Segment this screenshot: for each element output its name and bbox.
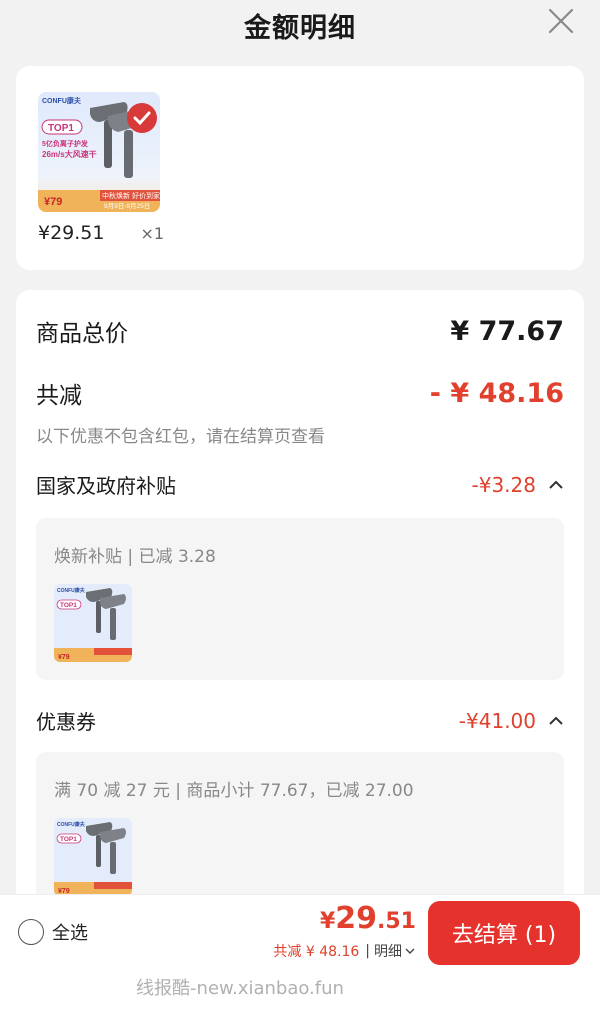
subsidy-product-thumb[interactable]: CONFU康夫 TOP1 ¥79 [54, 584, 132, 662]
watermark: 线报酷-new.xianbao.fun [0, 970, 600, 1024]
badge-text: TOP1 [48, 123, 74, 134]
detail-link[interactable]: 明细 [374, 941, 416, 961]
select-all-label: 全选 [52, 923, 88, 944]
chevron-up-icon[interactable] [548, 479, 564, 491]
coupon-detail: 满 70 减 27 元 | 商品小计 77.67，已减 27.00 [54, 781, 414, 801]
select-all[interactable]: 全选 [18, 919, 88, 945]
header: 金额明细 [0, 0, 600, 50]
total-label: 商品总价 [36, 321, 128, 347]
coupon-product-thumb[interactable]: CONFU康夫 TOP1 ¥79 [54, 818, 132, 896]
subsidy-detail: 焕新补贴 | 已减 3.28 [54, 547, 216, 567]
total-price: ¥29.51 [319, 901, 416, 936]
subsidy-row[interactable]: 国家及政府补贴 -¥3.28 [36, 470, 564, 499]
chevron-down-icon [405, 948, 415, 954]
discount-note: 以下优惠不包含红包，请在结算页查看 [36, 427, 325, 447]
item-quantity: ×1 [140, 224, 165, 243]
subsidy-value: -¥3.28 [471, 472, 536, 497]
svg-text:TOP1: TOP1 [60, 602, 77, 609]
headline-1: 5亿负离子护发 [42, 139, 89, 148]
coupon-label: 优惠券 [36, 710, 96, 734]
bottom-bar: 全选 ¥29.51 共减 ¥ 48.16 | 明细 去结算 (1) [0, 894, 600, 970]
price-quantity: ¥29.51 ×1 [38, 222, 164, 244]
coupon-row[interactable]: 优惠券 -¥41.00 [36, 706, 564, 735]
checkout-button[interactable]: 去结算 (1) [428, 901, 580, 965]
item-price: ¥29.51 [38, 222, 105, 244]
promo-dates: 9月9日-9月25日 [104, 202, 150, 210]
discount-row: 共减 - ¥ 48.16 [36, 376, 564, 410]
close-icon[interactable] [548, 8, 574, 34]
svg-text:¥79: ¥79 [58, 654, 70, 661]
price-detail-card: 商品总价 ¥ 77.67 共减 - ¥ 48.16 以下优惠不包含红包，请在结算… [16, 290, 584, 990]
total-discount: 共减 ¥ 48.16 [273, 944, 360, 960]
headline-2: 26m/s大风速干 [42, 149, 97, 159]
discount-value: - ¥ 48.16 [429, 377, 564, 409]
coupon-value: -¥41.00 [458, 708, 536, 733]
chevron-up-icon[interactable] [548, 715, 564, 727]
total-row: 商品总价 ¥ 77.67 [36, 314, 564, 348]
promo-banner: 中秋焕新 好价到家 [102, 191, 160, 200]
select-all-radio[interactable] [18, 919, 44, 945]
subsidy-detail-box: 焕新补贴 | 已减 3.28 CONFU康夫 TOP1 ¥79 [36, 518, 564, 680]
subsidy-label: 国家及政府补贴 [36, 474, 176, 498]
separator: | [365, 943, 370, 959]
product-card: CONFU康夫 TOP1 5亿负离子护发 26m/s大风速干 中秋焕新 好价到家… [16, 66, 584, 270]
page-title: 金额明细 [244, 12, 356, 44]
brand-text: CONFU康夫 [42, 96, 82, 105]
discount-label: 共减 [36, 383, 82, 409]
total-box: ¥29.51 共减 ¥ 48.16 | 明细 [273, 903, 416, 961]
product-image[interactable]: CONFU康夫 TOP1 5亿负离子护发 26m/s大风速干 中秋焕新 好价到家… [38, 92, 160, 212]
svg-text:CONFU康夫: CONFU康夫 [57, 821, 86, 828]
svg-text:TOP1: TOP1 [60, 836, 77, 843]
total-value: ¥ 77.67 [450, 315, 564, 347]
total-discount-line: 共减 ¥ 48.16 | 明细 [273, 941, 416, 961]
svg-text:CONFU康夫: CONFU康夫 [57, 587, 86, 594]
promo-price: ¥79 [44, 196, 62, 208]
